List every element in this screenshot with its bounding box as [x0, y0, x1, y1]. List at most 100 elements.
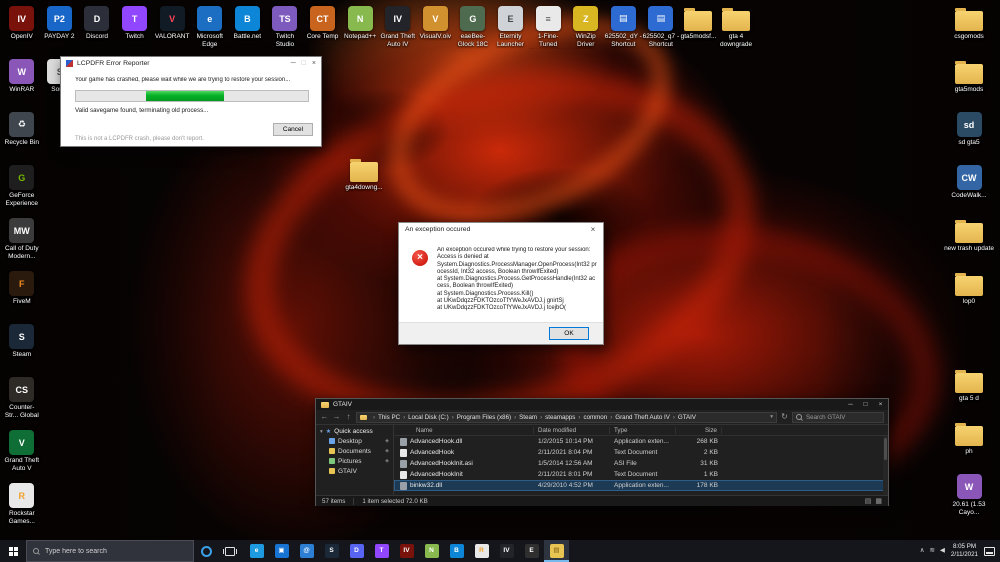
desktop-icon[interactable]: ▤ 625502_dY - Shortcut: [605, 6, 643, 49]
desktop-icon[interactable]: IV OpenIV: [3, 6, 41, 49]
chevron-down-icon[interactable]: ▾: [320, 429, 323, 435]
breadcrumb-segment[interactable]: Grand Theft Auto IV: [607, 414, 670, 421]
sidebar-item[interactable]: Desktop ◈: [316, 436, 393, 446]
volume-icon[interactable]: ◀: [940, 548, 945, 555]
breadcrumb-segment[interactable]: Local Disk (C:): [400, 414, 449, 421]
desktop-icon[interactable]: ▤ 625502_q7 - Shortcut: [642, 6, 680, 49]
store-icon[interactable]: ▣: [269, 540, 294, 562]
search-input[interactable]: [45, 548, 187, 555]
desktop-icon[interactable]: G eaeBee-Glock 18C: [454, 6, 492, 49]
gta-iv-icon[interactable]: IV: [494, 540, 519, 562]
desktop-icon[interactable]: gta 5 d: [944, 368, 994, 421]
refresh-button[interactable]: ↻: [780, 413, 789, 421]
desktop-icon[interactable]: IV Grand Theft Auto IV: [379, 6, 417, 49]
scrollbar[interactable]: [883, 436, 888, 495]
clock[interactable]: 8:05 PM 2/11/2021: [951, 543, 978, 559]
desktop-icon[interactable]: ≡ 1-Fine-Tuned Felony & R...: [529, 6, 567, 49]
scrollbar-thumb[interactable]: [884, 438, 887, 460]
cancel-button[interactable]: Cancel: [273, 123, 313, 136]
sidebar-item-quick-access[interactable]: ▾ ★ Quick access: [316, 427, 393, 436]
epic-games-icon[interactable]: E: [519, 540, 544, 562]
start-button[interactable]: [0, 540, 26, 562]
desktop-icon[interactable]: gta 4 downgrade: [717, 6, 755, 49]
desktop-icon[interactable]: ♻ Recycle Bin: [3, 112, 41, 165]
sidebar-item[interactable]: GTAIV: [316, 466, 393, 476]
cortana-button[interactable]: [194, 540, 218, 562]
desktop-icon[interactable]: E Eternity Launcher: [492, 6, 530, 49]
desktop-icon[interactable]: gta5mods: [944, 59, 994, 112]
forward-button[interactable]: →: [332, 413, 341, 421]
sidebar-item[interactable]: Pictures ◈: [316, 456, 393, 466]
rockstar-icon[interactable]: R: [469, 540, 494, 562]
breadcrumb-segment[interactable]: common: [575, 414, 607, 421]
twitch-icon[interactable]: T: [369, 540, 394, 562]
desktop-icon[interactable]: csgomods: [944, 6, 994, 59]
file-row[interactable]: AdvancedHookInit 2/11/2021 8:01 PM Text …: [394, 469, 888, 480]
minimize-button[interactable]: ─: [291, 60, 296, 67]
desktop-icon[interactable]: sd sd gta5: [944, 112, 994, 165]
desktop-icon[interactable]: gta4downg...: [344, 157, 384, 192]
column-header-name[interactable]: Name: [394, 427, 534, 434]
address-bar[interactable]: This PC Local Disk (C:) Program Files (x…: [356, 412, 777, 423]
desktop-icon[interactable]: N Notepad++: [341, 6, 379, 49]
openiv-icon[interactable]: IV: [394, 540, 419, 562]
up-button[interactable]: ↑: [344, 413, 353, 421]
desktop-icon[interactable]: lop0: [944, 271, 994, 324]
desktop-icon[interactable]: TS Twitch Studio: [266, 6, 304, 49]
desktop-icon[interactable]: new trash update: [944, 218, 994, 271]
breadcrumb-segment[interactable]: Program Files (x86): [449, 414, 511, 421]
address-dropdown-icon[interactable]: ▾: [766, 414, 773, 420]
close-button[interactable]: ×: [873, 399, 888, 410]
desktop-icon[interactable]: W 20.61 (1.53 Cayo...: [944, 474, 994, 527]
notepad-plus-icon[interactable]: N: [419, 540, 444, 562]
details-view-icon[interactable]: ▤: [865, 498, 872, 505]
action-center-icon[interactable]: [984, 547, 995, 556]
explorer-search-box[interactable]: [792, 412, 884, 423]
desktop-icon[interactable]: G GeForce Experience: [3, 165, 41, 218]
maximize-button[interactable]: □: [858, 399, 873, 410]
desktop-icon[interactable]: V VisualV.oiv: [417, 6, 455, 49]
steam-icon[interactable]: S: [319, 540, 344, 562]
sidebar-item[interactable]: Documents ◈: [316, 446, 393, 456]
taskbar-search-box[interactable]: [26, 540, 194, 562]
discord-icon[interactable]: D: [344, 540, 369, 562]
maximize-button[interactable]: □: [302, 60, 306, 67]
file-row[interactable]: AdvancedHookInit.asi 1/5/2014 12:56 AM A…: [394, 458, 888, 469]
desktop-icon[interactable]: W WinRAR: [3, 59, 41, 112]
battle-net-icon[interactable]: B: [444, 540, 469, 562]
column-header-date-modified[interactable]: Date modified: [534, 427, 610, 434]
network-icon[interactable]: ≋: [929, 548, 934, 555]
desktop-icon[interactable]: V VALORANT: [153, 6, 191, 49]
file-explorer-icon[interactable]: ▤: [544, 540, 569, 562]
desktop-icon[interactable]: D Discord: [78, 6, 116, 49]
file-row[interactable]: AdvancedHook.dll 1/2/2015 10:14 PM Appli…: [394, 436, 888, 447]
breadcrumb-segment[interactable]: GTAIV: [670, 414, 696, 421]
desktop-icon[interactable]: T Twitch: [116, 6, 154, 49]
desktop-icon[interactable]: B Battle.net: [229, 6, 267, 49]
desktop-icon[interactable]: CW CodeWalk...: [944, 165, 994, 218]
mail-icon[interactable]: @: [294, 540, 319, 562]
ok-button[interactable]: OK: [549, 327, 589, 340]
column-header-type[interactable]: Type: [610, 427, 676, 434]
desktop-icon[interactable]: Z WinZip Driver Updater: [567, 6, 605, 49]
close-button[interactable]: ×: [583, 225, 603, 234]
breadcrumb-segment[interactable]: steamapps: [537, 414, 575, 421]
close-button[interactable]: ×: [312, 60, 316, 67]
desktop-icon[interactable]: S Steam: [3, 324, 41, 377]
desktop-icon[interactable]: F FiveM: [3, 271, 41, 324]
desktop-icon[interactable]: gta5modsf...: [680, 6, 718, 49]
desktop-icon[interactable]: ph: [944, 421, 994, 474]
back-button[interactable]: ←: [320, 413, 329, 421]
desktop-icon[interactable]: e Microsoft Edge: [191, 6, 229, 49]
desktop-icon[interactable]: MW Call of Duty Modern...: [3, 218, 41, 271]
file-row[interactable]: AdvancedHook 2/11/2021 8:04 PM Text Docu…: [394, 447, 888, 458]
large-icons-view-icon[interactable]: ▦: [875, 498, 882, 505]
desktop-icon[interactable]: P2 PAYDAY 2: [41, 6, 79, 49]
column-header-size[interactable]: Size: [676, 427, 722, 434]
breadcrumb-segment[interactable]: This PC: [370, 414, 400, 421]
desktop-icon[interactable]: CS Counter-Str... Global Offe...: [3, 377, 41, 430]
hidden-icons-chevron[interactable]: ∧: [920, 548, 925, 555]
file-row[interactable]: binkw32.dll 4/29/2010 4:52 PM Applicatio…: [394, 480, 888, 491]
desktop-icon[interactable]: R Rockstar Games...: [3, 483, 41, 536]
breadcrumb-segment[interactable]: Steam: [511, 414, 537, 421]
